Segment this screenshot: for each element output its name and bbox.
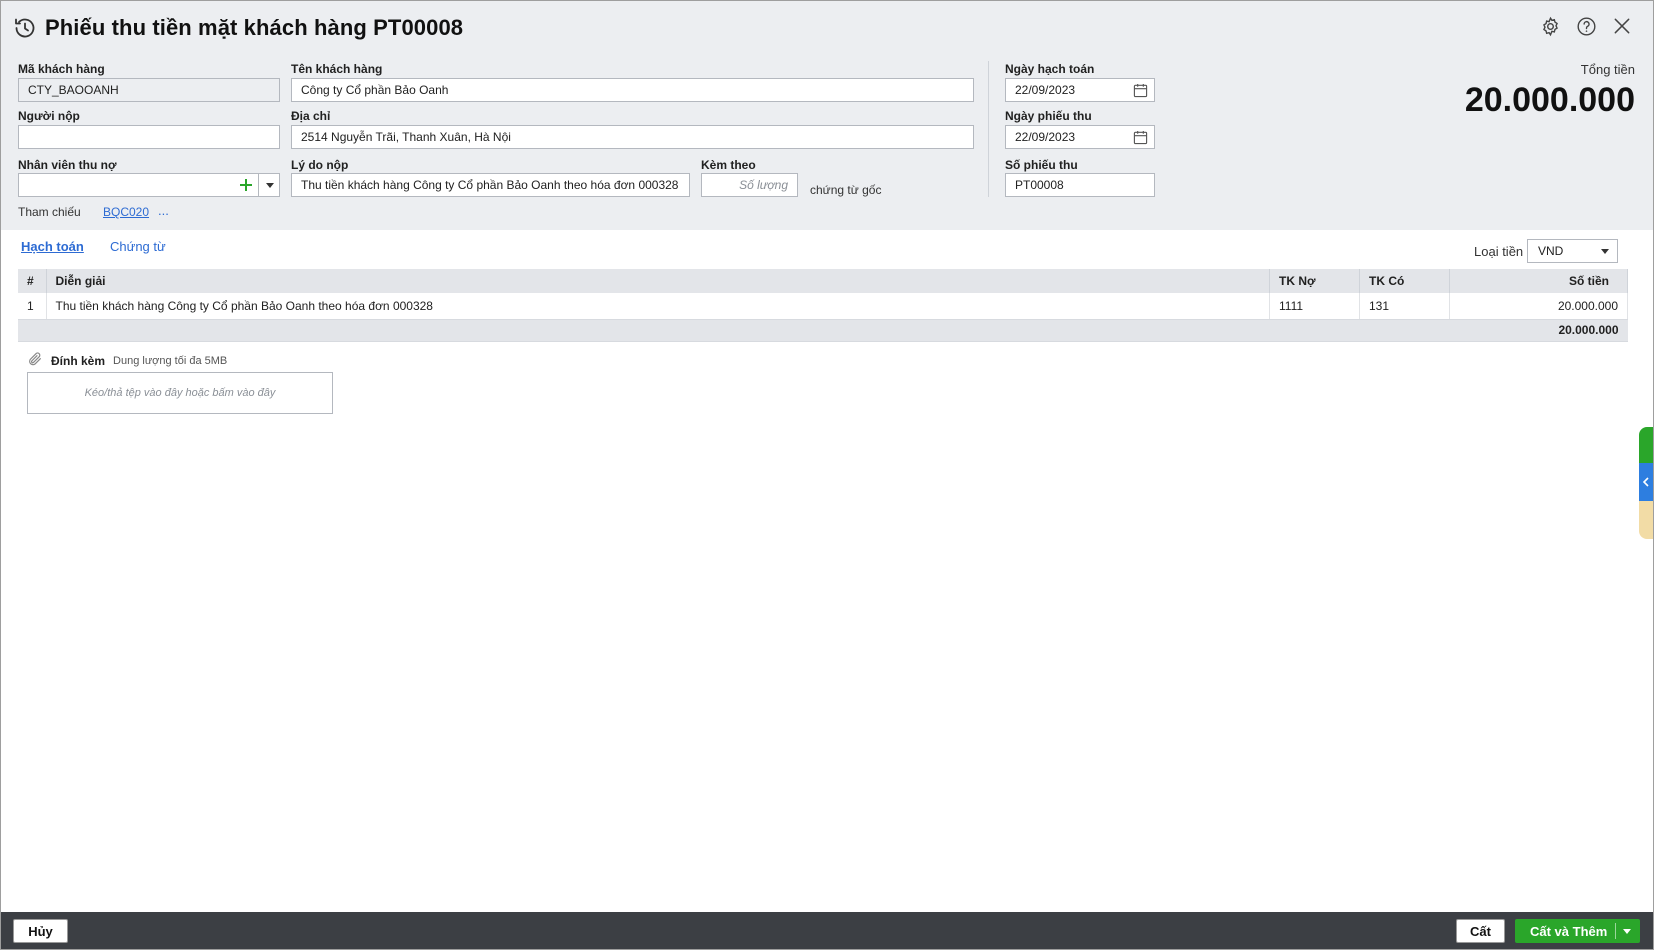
cancel-button[interactable]: Hủy [13,919,68,943]
save-button[interactable]: Cất [1456,919,1505,943]
row-credit-account[interactable]: 131 [1359,293,1450,320]
gear-icon[interactable] [1539,15,1561,37]
reference-more-button[interactable]: ... [158,203,169,218]
row-index: 1 [18,293,47,320]
column-header-debit: TK Nợ [1269,269,1360,293]
total-label: Tổng tiền [1580,62,1635,77]
column-header-credit: TK Có [1359,269,1450,293]
attach-label: Kèm theo [701,158,756,172]
calendar-icon[interactable] [1133,130,1148,145]
chevron-down-icon [1601,249,1609,254]
calendar-icon[interactable] [1133,83,1148,98]
chevron-down-icon[interactable] [258,173,280,197]
accounting-table: # Diễn giải TK Nợ TK Có Số tiền 1 Thu ti… [18,269,1628,342]
attachment-dropzone[interactable]: Kéo/thả tệp vào đây hoặc bấm vào đây [27,372,333,414]
save-and-add-label: Cất và Thêm [1530,923,1608,939]
customer-name-field[interactable]: Công ty Cổ phần Bảo Oanh [291,78,974,102]
row-debit-account[interactable]: 1111 [1269,293,1360,320]
column-header-index: # [18,269,47,293]
currency-select[interactable]: VND [1527,239,1618,263]
title-row: Phiếu thu tiền mặt khách hàng PT00008 [13,13,463,43]
receipt-date-value: 22/09/2023 [1015,130,1076,144]
address-label: Địa chỉ [291,109,331,123]
row-amount[interactable]: 20.000.000 [1449,293,1628,320]
save-and-add-button[interactable]: Cất và Thêm [1515,919,1640,943]
tab-documents[interactable]: Chứng từ [110,239,166,254]
close-icon[interactable] [1611,15,1633,37]
attach-quantity-field[interactable]: Số lượng [701,173,798,197]
column-header-description: Diễn giải [46,269,1270,293]
attachment-limit: Dung lượng tối đa 5MB [113,354,228,367]
side-tab-note[interactable] [1639,501,1653,539]
form-header-panel: Phiếu thu tiền mặt khách hàng PT00008 Mã… [1,1,1653,230]
column-header-amount: Số tiền [1449,269,1628,293]
attachment-header: Đính kèm Dung lượng tối đa 5MB [27,351,227,370]
customer-name-label: Tên khách hàng [291,62,383,76]
receipt-date-label: Ngày phiếu thu [1005,109,1092,123]
table-header-row: # Diễn giải TK Nợ TK Có Số tiền [18,269,1628,293]
posting-date-value: 22/09/2023 [1015,83,1076,97]
tab-accounting[interactable]: Hạch toán [21,239,84,254]
table-footer-row: 20.000.000 [18,319,1628,342]
divider [988,61,989,197]
chevron-left-icon [1642,477,1649,487]
reason-field[interactable]: Thu tiền khách hàng Công ty Cổ phần Bảo … [291,173,690,197]
currency-label: Loại tiền [1474,244,1524,259]
row-description[interactable]: Thu tiền khách hàng Công ty Cổ phần Bảo … [46,293,1270,320]
customer-code-label: Mã khách hàng [18,62,105,76]
help-icon[interactable] [1575,15,1597,37]
footer-total: 20.000.000 [1449,319,1628,342]
plus-icon[interactable] [237,174,255,196]
chevron-down-icon[interactable] [1623,929,1631,934]
side-panel-tabs [1639,427,1653,539]
total-amount: 20.000.000 [1464,81,1635,119]
collector-label: Nhân viên thu nợ [18,158,117,172]
history-icon[interactable] [13,16,37,40]
receipt-no-label: Số phiếu thu [1005,158,1078,172]
side-tab-green[interactable] [1639,427,1653,463]
address-field[interactable]: 2514 Nguyễn Trãi, Thanh Xuân, Hà Nội [291,125,974,149]
paperclip-icon [27,351,43,370]
receipt-no-field[interactable]: PT00008 [1005,173,1155,197]
button-divider [1615,923,1616,939]
currency-value: VND [1538,244,1564,258]
reference-label: Tham chiếu [18,205,81,219]
reference-link[interactable]: BQC020 [103,205,149,219]
payer-field[interactable] [18,125,280,149]
customer-code-field[interactable]: CTY_BAOOANH [18,78,280,102]
receipt-dialog: Phiếu thu tiền mặt khách hàng PT00008 Mã… [0,0,1654,950]
receipt-date-field[interactable]: 22/09/2023 [1005,125,1155,149]
window-controls [1539,15,1633,37]
posting-date-label: Ngày hạch toán [1005,62,1095,76]
payer-label: Người nộp [18,109,80,123]
posting-date-field[interactable]: 22/09/2023 [1005,78,1155,102]
attachment-title: Đính kèm [51,353,106,368]
reason-label: Lý do nộp [291,158,349,172]
side-panel-toggle[interactable] [1639,463,1653,501]
footer-bar: Hủy Cất Cất và Thêm [1,912,1653,949]
attach-suffix: chứng từ gốc [810,183,882,197]
page-title: Phiếu thu tiền mặt khách hàng PT00008 [45,15,464,40]
table-row[interactable]: 1 Thu tiền khách hàng Công ty Cổ phần Bả… [18,293,1628,320]
